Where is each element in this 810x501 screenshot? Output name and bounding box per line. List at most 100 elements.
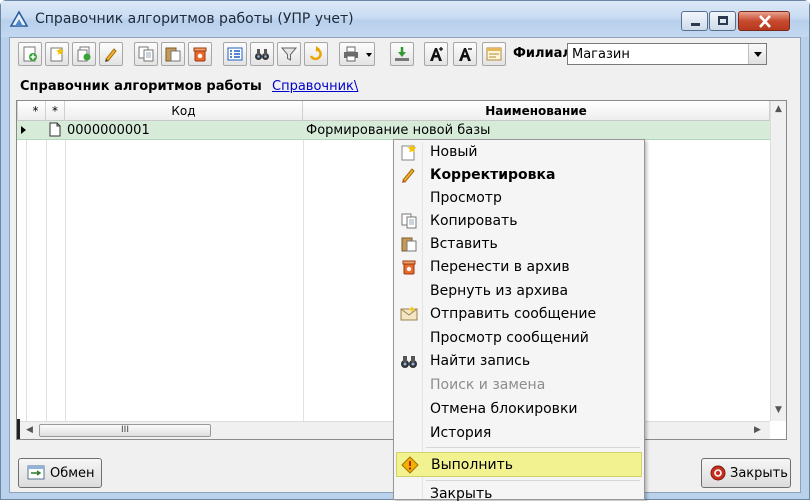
grid-header: * * Код Наименование — [17, 101, 770, 121]
font-decrease-icon — [459, 48, 472, 61]
column-header-mark-2[interactable]: * — [46, 101, 65, 121]
filial-select[interactable]: Магазин — [567, 43, 767, 65]
paste-button[interactable] — [161, 42, 185, 66]
horizontal-scroll-thumb[interactable]: III — [39, 424, 211, 437]
breadcrumb-link[interactable]: Справочник\ — [272, 79, 358, 94]
edit-pencil-icon — [402, 168, 415, 183]
settings-card-icon — [486, 47, 502, 61]
close-button[interactable]: Закрыть — [701, 458, 791, 488]
list-view-icon — [227, 47, 243, 61]
menu-item-label: Просмотр — [430, 190, 502, 206]
column-header-code[interactable]: Код — [65, 101, 303, 121]
archive-button[interactable] — [188, 42, 212, 66]
add-copy-button[interactable] — [72, 42, 96, 66]
close-label: Закрыть — [730, 466, 788, 481]
binoculars-icon — [401, 356, 417, 368]
exchange-button[interactable]: Обмен — [18, 458, 102, 488]
vertical-scrollbar[interactable]: ▲ ▼ — [770, 101, 786, 421]
menu-item-label: Вставить — [430, 236, 498, 252]
menu-separator — [426, 447, 640, 448]
new-star-icon — [401, 144, 417, 161]
menu-item-label: Поиск и замена — [430, 377, 546, 393]
filial-label: Филиал — [513, 46, 572, 61]
scroll-down-icon[interactable]: ▼ — [775, 405, 782, 415]
minimize-icon — [691, 23, 700, 26]
menu-item-unlock[interactable]: Отмена блокировки — [396, 398, 642, 420]
new-button[interactable] — [45, 42, 69, 66]
edit-button[interactable] — [99, 42, 123, 66]
maximize-icon — [718, 16, 728, 25]
menu-item-edit[interactable]: Корректировка — [396, 164, 642, 186]
current-row-marker-icon — [21, 126, 26, 134]
app-icon — [9, 10, 29, 27]
add-button[interactable] — [18, 42, 42, 66]
menu-item-label: Вернуть из архива — [430, 283, 569, 299]
menu-item-send-message[interactable]: Отправить сообщение — [396, 303, 642, 325]
menu-item-paste[interactable]: Вставить — [396, 233, 642, 255]
scroll-right-icon[interactable]: ▶ — [754, 425, 761, 435]
column-header-name[interactable]: Наименование — [303, 101, 770, 121]
column-header-mark-1[interactable]: * — [26, 101, 46, 121]
filial-dropdown-button[interactable] — [748, 44, 766, 64]
add-icon — [23, 46, 37, 62]
menu-item-label: Корректировка — [430, 167, 556, 183]
binoculars-icon — [255, 49, 269, 60]
copy-button[interactable] — [134, 42, 158, 66]
menu-item-label: Найти запись — [430, 353, 531, 369]
minimize-button[interactable] — [681, 11, 708, 31]
menu-item-label: История — [430, 425, 492, 441]
new-star-icon — [50, 47, 64, 62]
menu-separator — [426, 480, 640, 481]
chevron-down-icon[interactable] — [366, 53, 372, 57]
maximize-button[interactable] — [709, 11, 736, 31]
menu-item-new[interactable]: Новый — [396, 141, 642, 163]
scroll-left-icon[interactable]: ◀ — [26, 425, 33, 435]
export-icon — [395, 47, 409, 61]
chevron-down-icon — [754, 52, 762, 57]
close-window-button[interactable] — [738, 11, 790, 31]
add-copy-icon — [77, 46, 91, 62]
paste-icon — [401, 237, 417, 252]
menu-item-search-replace: Поиск и замена — [396, 374, 642, 396]
menu-item-label: Новый — [430, 144, 478, 160]
find-button[interactable] — [250, 42, 274, 66]
menu-item-execute[interactable]: Выполнить — [396, 452, 642, 477]
settings-card-button[interactable] — [482, 42, 506, 66]
menu-item-restore-archive[interactable]: Вернуть из архива — [396, 280, 642, 302]
menu-item-history[interactable]: История — [396, 422, 642, 444]
list-view-button[interactable] — [223, 42, 247, 66]
title-bar[interactable]: Справочник алгоритмов работы (УПР учет) — [1, 1, 809, 37]
menu-item-archive[interactable]: Перенести в архив — [396, 256, 642, 278]
grid-edge-marker — [17, 419, 20, 439]
font-decrease-button[interactable] — [453, 42, 477, 66]
filial-select-value: Магазин — [572, 47, 630, 62]
menu-item-copy[interactable]: Копировать — [396, 210, 642, 232]
print-button[interactable] — [339, 42, 375, 66]
filter-button[interactable] — [277, 42, 301, 66]
menu-item-label: Отправить сообщение — [430, 306, 597, 322]
font-increase-button[interactable] — [424, 42, 448, 66]
scroll-up-icon[interactable]: ▲ — [775, 104, 782, 114]
archive-icon — [402, 260, 416, 275]
copy-icon — [138, 46, 154, 62]
menu-item-find[interactable]: Найти запись — [396, 350, 642, 372]
menu-item-view[interactable]: Просмотр — [396, 187, 642, 209]
export-button[interactable] — [390, 42, 414, 66]
close-icon — [759, 15, 771, 28]
menu-item-view-messages[interactable]: Просмотр сообщений — [396, 327, 642, 349]
menu-item-label: Просмотр сообщений — [430, 330, 589, 346]
page-title: Справочник алгоритмов работы — [20, 79, 262, 94]
paste-icon — [165, 47, 181, 62]
row-code: 0000000001 — [67, 123, 150, 138]
row-name: Формирование новой базы — [306, 123, 491, 138]
archive-icon — [193, 47, 207, 62]
font-increase-icon — [430, 47, 443, 61]
menu-item-label: Закрыть — [430, 486, 493, 501]
menu-item-label: Перенести в архив — [430, 259, 570, 275]
close-circle-icon — [710, 465, 726, 481]
refresh-button[interactable] — [304, 42, 328, 66]
menu-item-close[interactable]: Закрыть — [396, 483, 642, 501]
table-row[interactable]: 0000000001 Формирование новой базы — [17, 121, 770, 140]
edit-pencil-icon — [105, 48, 117, 62]
print-icon — [344, 46, 358, 62]
